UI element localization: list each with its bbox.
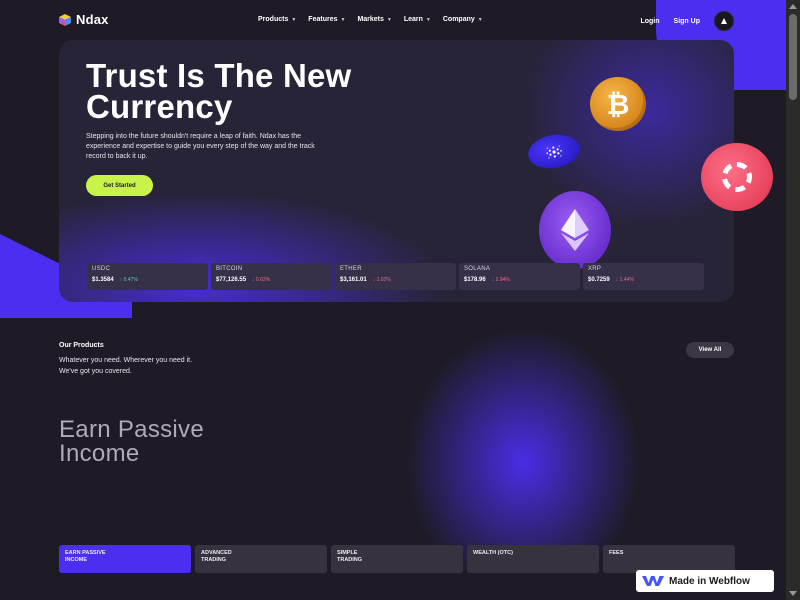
tab-label: TRADING xyxy=(337,557,363,563)
chevron-down-icon: ▼ xyxy=(386,16,392,23)
ticker-item-xrp[interactable]: XRP $0.7259 ↓ 1.44% xyxy=(583,263,704,290)
nav-item-label: Markets xyxy=(357,16,384,23)
products-subtitle: Whatever you need. Wherever you need it.… xyxy=(59,355,249,377)
ticker-change: ↑ 0.47% xyxy=(119,277,138,283)
hero-title: Trust Is The New Currency xyxy=(86,59,486,125)
nav-item-label: Company xyxy=(442,16,475,23)
ticker-price: $0.7259 xyxy=(588,277,610,283)
made-in-webflow-badge[interactable]: Made in Webflow xyxy=(636,570,774,592)
tab-label: INCOME xyxy=(65,557,87,563)
chevron-down-icon: ▼ xyxy=(291,16,297,23)
nav-menu: Products ▼ Features ▼ Markets ▼ Learn ▼ … xyxy=(258,16,483,23)
nav-item-learn[interactable]: Learn ▼ xyxy=(404,16,431,23)
ethereum-icon xyxy=(539,191,611,269)
bitcoin-icon: ₿ xyxy=(590,77,646,131)
logo[interactable]: Ndax xyxy=(59,12,109,27)
tab-label: TRADING xyxy=(201,557,227,563)
ticker-name: XRP xyxy=(588,266,602,272)
nav-item-features[interactable]: Features ▼ xyxy=(308,16,345,23)
top-navigation: Ndax Products ▼ Features ▼ Markets ▼ Lea… xyxy=(0,0,786,40)
nav-item-label: Products xyxy=(258,16,289,23)
webflow-badge-label: Made in Webflow xyxy=(669,575,750,587)
nav-item-markets[interactable]: Markets ▼ xyxy=(357,16,391,23)
ticker-item-ether[interactable]: ETHER $3,161.01 ↓ 1.02% xyxy=(335,263,456,290)
chevron-down-icon: ▼ xyxy=(425,16,431,23)
products-subtitle-line1: Whatever you need. Wherever you need it. xyxy=(59,357,193,364)
product-heading-line1: Earn Passive xyxy=(59,416,204,443)
ticker-name: ETHER xyxy=(340,266,362,272)
tab-fees[interactable]: FEES xyxy=(603,545,735,573)
product-heading: Earn Passive Income xyxy=(59,418,319,466)
nav-item-company[interactable]: Company ▼ xyxy=(443,16,483,23)
price-ticker: USDC $1.3584 ↑ 0.47% BITCOIN $77,126.55 … xyxy=(87,263,704,290)
ticker-name: BITCOIN xyxy=(216,266,243,272)
tab-simple-trading[interactable]: SIMPLE TRADING xyxy=(331,545,463,573)
scrollbar[interactable] xyxy=(786,0,800,600)
chevron-down-icon: ▼ xyxy=(340,16,346,23)
tab-label: WEALTH (OTC) xyxy=(473,550,513,556)
hero-subtitle: Stepping into the future shouldn't requi… xyxy=(86,133,315,160)
nav-item-label: Learn xyxy=(403,16,423,23)
tab-label: ADVANCED xyxy=(201,550,232,556)
get-started-button[interactable]: Get Started xyxy=(86,175,153,196)
tab-wealth-otc[interactable]: WEALTH (OTC) xyxy=(467,545,599,573)
tab-label: SIMPLE xyxy=(337,550,358,556)
ticker-name: SOLANA xyxy=(464,266,491,272)
ticker-price: $3,161.01 xyxy=(340,277,367,283)
scroll-down-icon[interactable] xyxy=(789,591,797,596)
ticker-change: ↓ 0.62% xyxy=(252,277,271,283)
ticker-change: ↓ 1.02% xyxy=(372,277,391,283)
scroll-up-icon[interactable] xyxy=(789,4,797,9)
arrow-up-icon xyxy=(721,18,727,24)
nav-item-label: Features xyxy=(308,16,338,23)
ticker-price: $77,126.55 xyxy=(216,277,247,283)
nav-actions: Login Sign Up xyxy=(640,11,734,31)
view-all-button[interactable]: View All xyxy=(686,342,734,358)
webflow-icon xyxy=(642,576,664,586)
chevron-down-icon: ▼ xyxy=(477,16,483,23)
ticker-name: USDC xyxy=(92,266,111,272)
products-section-header: Our Products xyxy=(59,342,104,349)
tab-label: EARN PASSIVE xyxy=(65,550,106,556)
ticker-item-usdc[interactable]: USDC $1.3584 ↑ 0.47% xyxy=(87,263,208,290)
scrollbar-thumb[interactable] xyxy=(789,14,797,100)
nav-item-products[interactable]: Products ▼ xyxy=(258,16,296,23)
product-tabs: EARN PASSIVE INCOME ADVANCED TRADING SIM… xyxy=(59,545,735,573)
login-link[interactable]: Login xyxy=(640,18,659,25)
products-title: Our Products xyxy=(59,342,104,349)
ticker-change: ↓ 1.44% xyxy=(615,277,634,283)
tab-earn-passive-income[interactable]: EARN PASSIVE INCOME xyxy=(59,545,191,573)
theme-toggle-button[interactable] xyxy=(714,11,734,31)
tab-advanced-trading[interactable]: ADVANCED TRADING xyxy=(195,545,327,573)
ticker-price: $178.96 xyxy=(464,277,486,283)
ndax-cube-icon xyxy=(59,13,71,26)
ticker-change: ↓ 2.94% xyxy=(491,277,510,283)
polkadot-icon xyxy=(701,143,773,211)
ticker-price: $1.3584 xyxy=(92,277,114,283)
signup-link[interactable]: Sign Up xyxy=(674,18,700,25)
hero-title-line2: Currency xyxy=(86,88,233,125)
ticker-item-solana[interactable]: SOLANA $178.96 ↓ 2.94% xyxy=(459,263,580,290)
products-subtitle-line2: We've got you covered. xyxy=(59,368,132,375)
tab-label: FEES xyxy=(609,550,624,556)
product-heading-line2: Income xyxy=(59,440,140,467)
ticker-item-bitcoin[interactable]: BITCOIN $77,126.55 ↓ 0.62% xyxy=(211,263,332,290)
products-glow xyxy=(408,330,638,570)
logo-text: Ndax xyxy=(76,12,109,27)
